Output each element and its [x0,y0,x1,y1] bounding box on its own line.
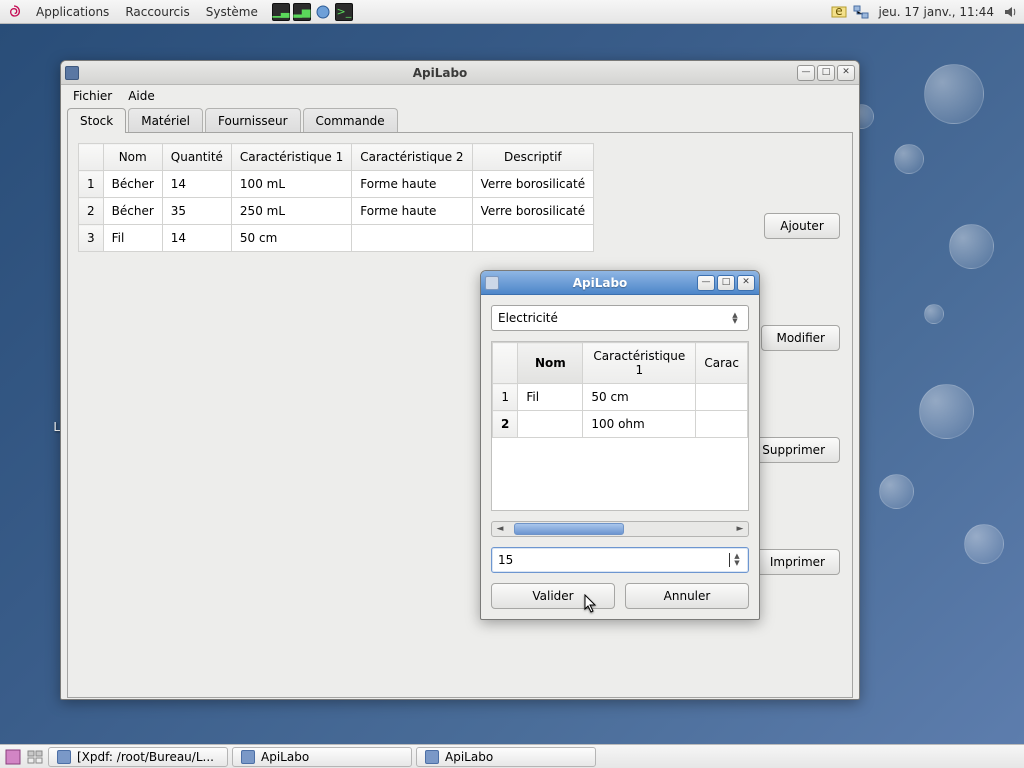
maximize-button[interactable]: □ [817,65,835,81]
horizontal-scrollbar[interactable]: ◄ ► [491,521,749,537]
tab-commande[interactable]: Commande [303,108,398,133]
browser-icon[interactable] [314,3,332,21]
app-icon [241,750,255,764]
menubar: Fichier Aide [61,85,859,107]
category-combo[interactable]: Electricité ▲▼ [491,305,749,331]
window-title: ApiLabo [85,66,795,80]
scroll-thumb[interactable] [514,523,624,535]
tray-icon[interactable]: e [830,3,848,21]
network-icon[interactable] [852,3,870,21]
panel-menu-systeme[interactable]: Système [198,0,266,24]
print-button[interactable]: Imprimer [755,549,840,575]
close-button[interactable]: ✕ [737,275,755,291]
row-number-header [79,144,104,171]
col-quantite[interactable]: Quantité [162,144,231,171]
spinner-buttons-icon[interactable]: ▲▼ [730,553,744,567]
delete-button[interactable]: Supprimer [747,437,840,463]
app-icon [65,66,79,80]
validate-button[interactable]: Valider [491,583,615,609]
tab-stock[interactable]: Stock [67,108,126,133]
table-row[interactable]: 3Fil1450 cm [79,225,594,252]
taskbar-item[interactable]: ApiLabo [232,747,412,767]
bottom-panel: [Xpdf: /root/Bureau/L... ApiLabo ApiLabo [0,744,1024,768]
app-icon [425,750,439,764]
dialog-table-wrap: Nom Caractéristique 1 Carac 1Fil50 cm2Ré… [491,341,749,511]
window-list-icon[interactable] [26,748,44,766]
col-nom[interactable]: Nom [103,144,162,171]
terminal-icon[interactable]: >_ [335,3,353,21]
clock[interactable]: jeu. 17 janv., 11:44 [874,0,998,24]
xpdf-icon [57,750,71,764]
col-c1[interactable]: Caractéristique 1 [231,144,351,171]
table-row[interactable]: 2Résistor100 ohm [493,411,748,438]
tab-bar: Stock Matériel Fournisseur Commande [61,107,859,132]
combo-stepper-icon: ▲▼ [728,312,742,324]
dialog-window: ApiLabo — □ ✕ Electricité ▲▼ Nom Caracté… [480,270,760,620]
scroll-left-icon[interactable]: ◄ [492,524,508,534]
table-row[interactable]: 1Fil50 cm [493,384,748,411]
menu-fichier[interactable]: Fichier [65,87,120,105]
show-desktop-icon[interactable] [4,748,22,766]
taskbar-item[interactable]: [Xpdf: /root/Bureau/L... [48,747,228,767]
panel-menu-raccourcis[interactable]: Raccourcis [117,0,197,24]
cancel-button[interactable]: Annuler [625,583,749,609]
maximize-button[interactable]: □ [717,275,735,291]
debian-swirl-icon [6,4,22,20]
minimize-button[interactable]: — [797,65,815,81]
titlebar[interactable]: ApiLabo — □ ✕ [61,61,859,85]
add-button[interactable]: Ajouter [764,213,840,239]
sysmon-icon[interactable]: ▁▃ [272,3,290,21]
dcol-c2[interactable]: Carac [696,343,748,384]
tab-fournisseur[interactable]: Fournisseur [205,108,301,133]
category-value: Electricité [498,311,558,325]
minimize-button[interactable]: — [697,275,715,291]
edit-button[interactable]: Modifier [761,325,840,351]
table-row[interactable]: 2Bécher35250 mLForme hauteVerre borosili… [79,198,594,225]
taskbar-item[interactable]: ApiLabo [416,747,596,767]
dialog-table[interactable]: Nom Caractéristique 1 Carac 1Fil50 cm2Ré… [492,342,748,438]
app-icon [485,276,499,290]
dcol-c1[interactable]: Caractéristique 1 [583,343,696,384]
stock-table[interactable]: Nom Quantité Caractéristique 1 Caractéri… [78,143,594,252]
quantity-input[interactable] [496,553,728,567]
sysmon-icon[interactable]: ▂▅ [293,3,311,21]
panel-menu-applications[interactable]: Applications [28,0,117,24]
table-row[interactable]: 1Bécher14100 mLForme hauteVerre borosili… [79,171,594,198]
dcol-nom[interactable]: Nom [518,343,583,384]
dialog-titlebar[interactable]: ApiLabo — □ ✕ [481,271,759,295]
quantity-spinner[interactable]: ▲▼ [491,547,749,573]
scroll-right-icon[interactable]: ► [732,524,748,534]
menu-aide[interactable]: Aide [120,87,163,105]
volume-icon[interactable] [1002,3,1020,21]
dialog-title: ApiLabo [505,276,695,290]
col-descriptif[interactable]: Descriptif [472,144,594,171]
svg-text:e: e [836,4,843,18]
col-c2[interactable]: Caractéristique 2 [352,144,472,171]
tab-materiel[interactable]: Matériel [128,108,203,133]
top-panel: Applications Raccourcis Système ▁▃ ▂▅ >_… [0,0,1024,24]
close-button[interactable]: ✕ [837,65,855,81]
